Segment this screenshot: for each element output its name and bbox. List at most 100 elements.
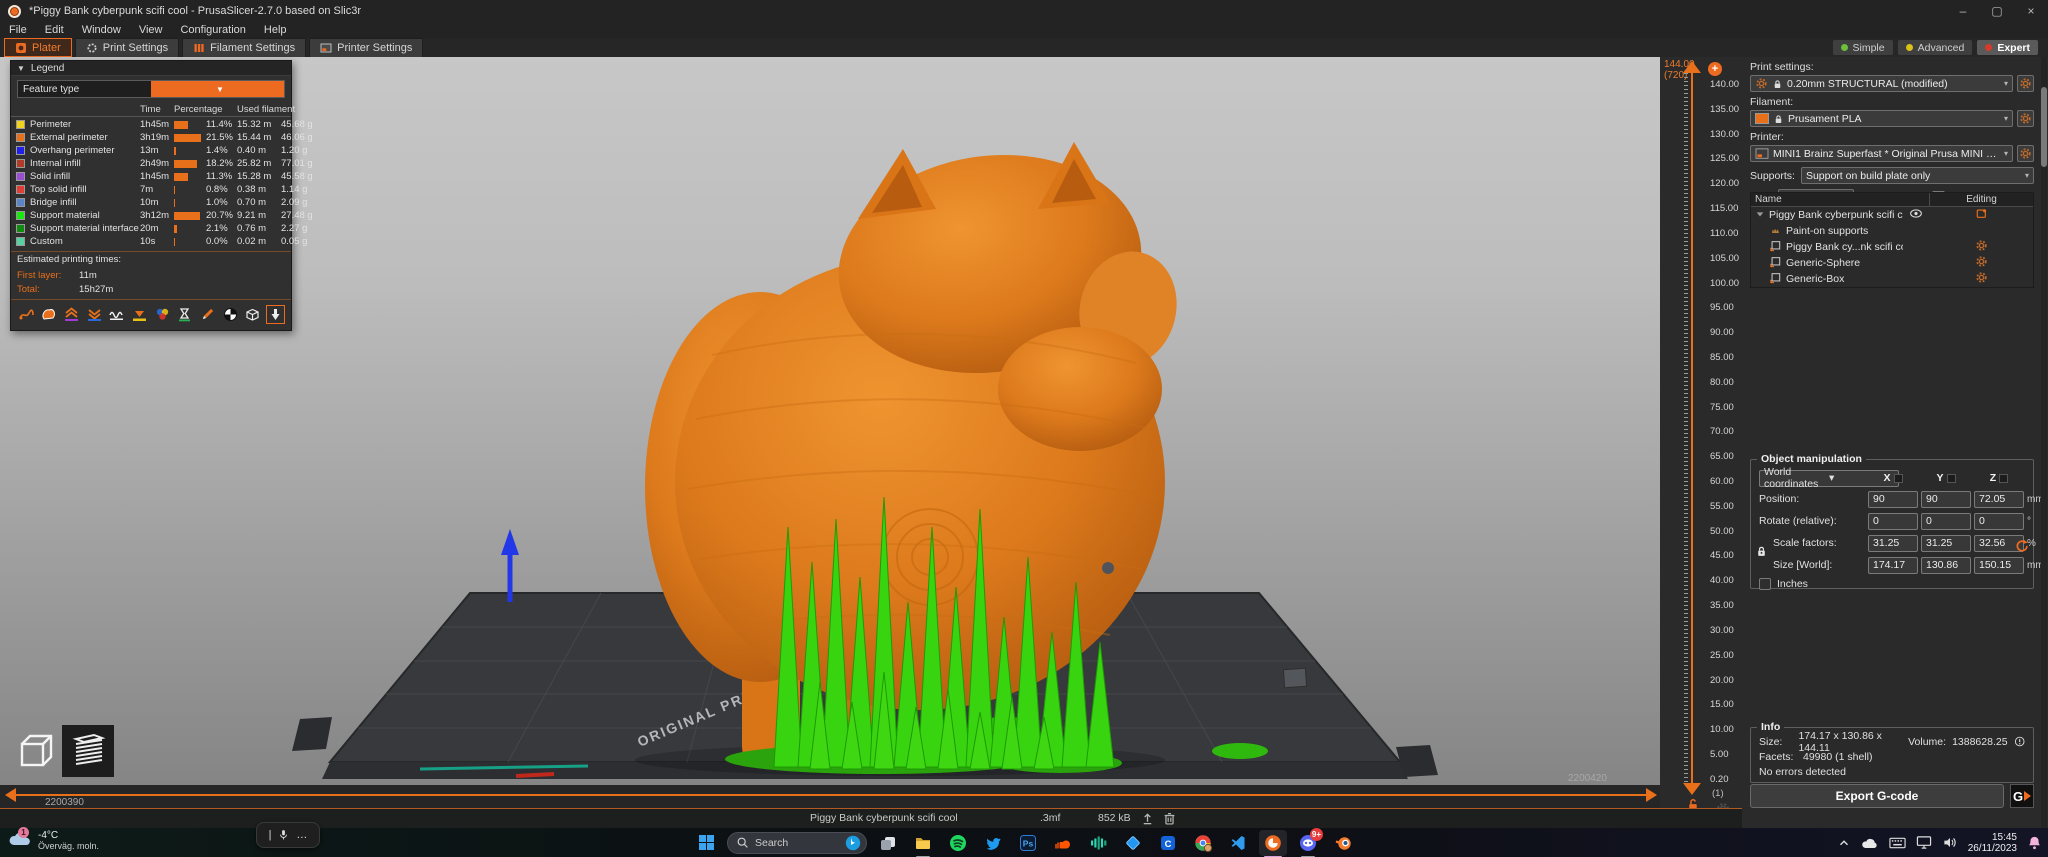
seams-icon[interactable] [62,305,81,324]
tool-marker-icon[interactable] [130,305,149,324]
retractions-icon[interactable] [85,305,104,324]
display-icon[interactable] [1916,835,1932,850]
microphone-icon[interactable] [278,828,289,842]
tab-filament-settings[interactable]: Filament Settings [182,38,307,57]
chrome-icon[interactable] [1189,830,1217,856]
keyboard-icon[interactable] [1889,836,1906,850]
soundcloud-icon[interactable] [1049,830,1077,856]
manip-x-input[interactable]: 0 [1868,512,1918,530]
prusaslicer-icon[interactable] [1259,829,1287,857]
task-view-icon[interactable] [874,830,902,856]
view-type-select[interactable]: Feature type ▼ [17,80,285,98]
generic-box-object[interactable] [1282,667,1308,689]
minimize-button[interactable]: – [1946,0,1980,22]
mode-simple[interactable]: Simple [1832,40,1893,55]
taskbar-search[interactable]: Search [727,831,867,854]
layer-slider-top-handle[interactable] [1683,61,1701,73]
voice-typing-widget[interactable]: | … [256,822,320,848]
file-explorer-icon[interactable] [909,830,937,857]
menu-configuration[interactable]: Configuration [171,24,254,36]
manip-x-input[interactable]: 174.17 [1868,556,1918,574]
blender-icon[interactable] [1329,830,1357,856]
c-app-icon[interactable]: C [1154,830,1182,856]
mode-advanced[interactable]: Advanced [1897,40,1973,55]
discord-icon[interactable]: 9+ [1294,827,1323,857]
twitter-icon[interactable] [979,830,1007,856]
menu-edit[interactable]: Edit [36,24,73,36]
tray-chevron-up-icon[interactable] [1837,836,1851,850]
manip-z-input[interactable]: 150.15 [1974,556,2024,574]
tab-plater[interactable]: Plater [4,38,72,57]
object-settings-gear-icon[interactable] [1975,271,1988,287]
manip-z-input[interactable]: 72.05 [1974,490,2024,508]
expand-caret-icon[interactable] [1755,209,1765,222]
manip-z-input[interactable]: 0 [1974,512,2024,530]
scrollbar-thumb[interactable] [2041,87,2047,167]
center-of-gravity-icon[interactable] [221,305,240,324]
diamond-app-icon[interactable] [1119,830,1147,856]
travels-icon[interactable] [17,305,36,324]
menu-view[interactable]: View [130,24,172,36]
object-list-row[interactable]: Piggy Bank cyberpunk scifi cool [1751,207,2033,223]
mode-expert[interactable]: Expert [1977,40,2038,55]
add-color-change-button[interactable]: + [1708,62,1722,76]
filament-select[interactable]: Prusament PLA ▾ [1750,110,2013,127]
export-gcode-button[interactable]: Export G-code [1750,784,2004,808]
manip-x-input[interactable]: 90 [1868,490,1918,508]
legend-header[interactable]: ▼ Legend [11,61,291,76]
more-options-icon[interactable]: … [296,829,307,841]
object-list-row[interactable]: Generic-Box [1751,271,2033,287]
manip-y-input[interactable]: 31.25 [1921,534,1971,552]
uniform-scale-lock-icon[interactable] [1755,544,1768,561]
taskbar-clock[interactable]: 15:45 26/11/2023 [1968,832,2017,854]
moves-slider-right-handle[interactable] [1646,788,1657,802]
object-editing-icon[interactable] [1975,207,1988,223]
voicemod-icon[interactable] [1084,830,1112,856]
supports-select[interactable]: Support on build plate only ▾ [1800,167,2034,184]
start-button[interactable] [692,830,720,856]
edit-gcode-icon[interactable] [198,305,217,324]
tab-printer-settings[interactable]: Printer Settings [309,38,424,57]
filament-edit-button[interactable] [2017,110,2034,127]
object-settings-gear-icon[interactable] [1975,255,1988,271]
viewport-3d[interactable]: ORIGINAL PRUSA MINI ▼ Legend Feature typ… [0,57,1660,785]
printer-select[interactable]: MINI1 Brainz Superfast * Original Prusa … [1750,145,2013,162]
menu-help[interactable]: Help [255,24,296,36]
color-changes-icon[interactable] [153,305,172,324]
moves-slider-track[interactable] [16,794,1646,796]
object-list-row[interactable]: Generic-Sphere [1751,255,2033,271]
layer-slider-track[interactable] [1691,73,1693,783]
manip-y-input[interactable]: 90 [1921,490,1971,508]
dropdown-arrow-icon[interactable]: ▼ [151,81,284,97]
menu-file[interactable]: File [0,24,36,36]
printer-edit-button[interactable] [2017,145,2034,162]
object-settings-gear-icon[interactable] [1975,239,1988,255]
gcode-send-icon[interactable]: G [2010,784,2034,808]
print-settings-select[interactable]: 0.20mm STRUCTURAL (modified) ▾ [1750,75,2013,92]
close-button[interactable]: × [2014,0,2048,22]
eye-icon[interactable] [1909,208,1923,222]
maximize-button[interactable]: ▢ [1980,0,2014,22]
weather-widget[interactable]: 1 -4°C Överväg. moln. [8,827,99,852]
shells-icon[interactable] [243,305,262,324]
manip-y-input[interactable]: 130.86 [1921,556,1971,574]
sidebar-scrollbar[interactable] [2041,57,2047,828]
manip-x-input[interactable]: 31.25 [1868,534,1918,552]
inches-checkbox[interactable] [1759,578,1771,590]
moves-slider-left-handle[interactable] [5,788,16,802]
wipe-blob-icon[interactable] [40,305,59,324]
travel-marker-icon[interactable] [266,305,286,324]
editor-view-button[interactable] [10,725,62,777]
layer-slider-bottom-handle[interactable] [1683,783,1701,795]
tab-print-settings[interactable]: Print Settings [74,38,180,57]
onedrive-cloud-icon[interactable] [1861,836,1879,850]
manip-y-input[interactable]: 0 [1921,512,1971,530]
trash-icon[interactable] [1162,811,1177,829]
speaker-icon[interactable] [1942,835,1958,850]
preview-view-button[interactable] [62,725,114,777]
menu-window[interactable]: Window [73,24,130,36]
vscode-icon[interactable] [1224,830,1252,856]
pause-prints-icon[interactable] [175,305,194,324]
reset-scale-icon[interactable] [2014,538,2029,556]
print-settings-edit-button[interactable] [2017,75,2034,92]
